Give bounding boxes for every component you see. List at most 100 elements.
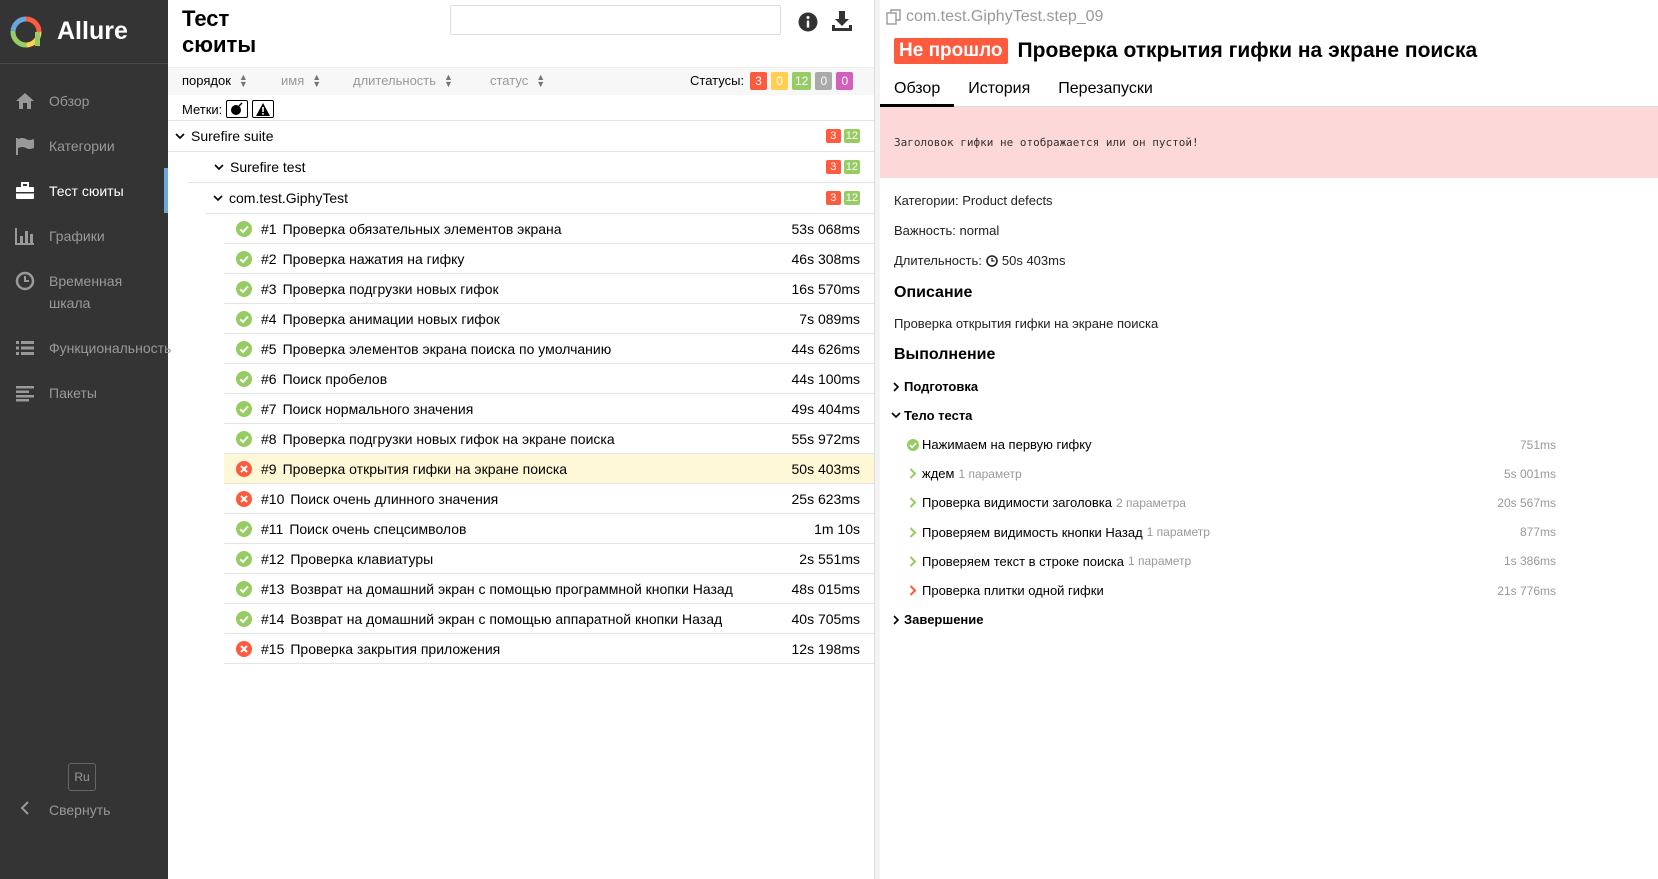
check-circle-icon — [236, 280, 252, 297]
status-filter-unknown[interactable]: 0 — [836, 72, 854, 90]
test-number: #8 — [261, 430, 277, 447]
step-params: 2 параметра — [1116, 495, 1186, 510]
test-list: #1 Проверка обязательных элементов экрана… — [168, 214, 874, 664]
language-button[interactable]: Ru — [68, 763, 96, 791]
test-title: Проверка нажатия на гифку — [282, 250, 465, 267]
test-duration: 40s 705ms — [791, 611, 860, 627]
collapse-label: Свернуть — [49, 801, 111, 818]
collapse-sidebar-button[interactable]: Свернуть — [14, 801, 110, 818]
setup-section[interactable]: Подготовка — [890, 379, 978, 394]
sort-arrows-icon: ▲ ▼ — [536, 71, 546, 89]
check-circle-icon — [236, 370, 252, 387]
sidebar-item-graphs[interactable]: Графики — [0, 213, 168, 258]
times-circle-icon — [236, 460, 252, 477]
test-title: Возврат на домашний экран с помощью прог… — [290, 580, 733, 597]
download-icon[interactable] — [831, 10, 853, 37]
check-circle-icon — [906, 438, 919, 451]
test-step[interactable]: Проверка видимости заголовка 2 параметра 2… — [906, 495, 1556, 510]
check-circle-icon — [236, 400, 252, 417]
test-number: #13 — [261, 580, 285, 597]
sort-by-order[interactable]: порядок ▲ ▼ — [182, 72, 248, 88]
test-name: #10 Поиск очень длинного значения — [261, 491, 498, 507]
test-row[interactable]: #4 Проверка анимации новых гифок 7s 089ms — [224, 304, 874, 334]
test-row[interactable]: #6 Поиск пробелов 44s 100ms — [224, 364, 874, 394]
chevron-down-icon — [890, 412, 902, 419]
sidebar-item-packages[interactable]: Пакеты — [0, 370, 168, 415]
sort-by-duration[interactable]: длительность ▲ ▼ — [353, 71, 453, 89]
test-step[interactable]: ждем 1 параметр 5s 001ms — [906, 466, 1556, 481]
test-row[interactable]: #5 Проверка элементов экрана поиска по ум… — [224, 334, 874, 364]
severity-label: Важность: — [894, 223, 956, 238]
test-title: Проверка открытия гифки на экране поиска — [1017, 39, 1478, 62]
chevron-down-icon — [213, 163, 225, 171]
step-name: ждем — [922, 466, 955, 482]
status-filter-failed[interactable]: 3 — [750, 72, 767, 90]
test-row[interactable]: #15 Проверка закрытия приложения 12s 198ms — [224, 634, 874, 664]
step-name: Проверка видимости заголовка — [922, 495, 1113, 511]
test-number: #10 — [261, 490, 285, 507]
test-title-bar: Не прошло Проверка открытия гифки на экр… — [894, 38, 1477, 64]
test-number: #6 — [261, 370, 277, 387]
step-duration: 751ms — [1519, 437, 1556, 452]
category-value[interactable]: Product defects — [962, 193, 1052, 208]
new-failed-mark-button[interactable] — [252, 100, 275, 118]
search-input[interactable] — [450, 5, 781, 35]
test-name: #11 Поиск очень спецсимволов — [261, 521, 466, 537]
test-duration: 16s 570ms — [791, 281, 860, 297]
test-row[interactable]: #12 Проверка клавиатуры 2s 551ms — [224, 544, 874, 574]
sidebar-item-categories[interactable]: Категории — [0, 123, 168, 168]
tab-history[interactable]: История — [954, 72, 1044, 107]
tab-retries[interactable]: Перезапуски — [1044, 72, 1167, 107]
test-duration: 49s 404ms — [791, 401, 860, 417]
duration-label: Длительность: — [894, 253, 982, 268]
tree-group-suite[interactable]: Surefire suite 3 12 — [168, 121, 874, 152]
test-body-section[interactable]: Тело теста — [890, 408, 972, 423]
teardown-section[interactable]: Завершение — [890, 612, 984, 627]
status-filter-passed[interactable]: 12 — [792, 72, 812, 90]
test-duration: 2s 551ms — [799, 551, 860, 567]
warning-icon — [256, 102, 271, 116]
brand[interactable]: Allure — [0, 0, 168, 64]
test-title: Проверка клавиатуры — [290, 550, 434, 567]
tree-group-class[interactable]: com.test.GiphyTest 3 12 — [206, 183, 874, 214]
test-row[interactable]: #14 Возврат на домашний экран с помощью а… — [224, 604, 874, 634]
test-step[interactable]: Нажимаем на первую гифку 751ms — [906, 437, 1556, 452]
test-step[interactable]: Проверка плитки одной гифки 21s 776ms — [906, 583, 1556, 598]
copy-icon[interactable] — [886, 9, 902, 25]
test-step[interactable]: Проверяем видимость кнопки Назад 1 параме… — [906, 525, 1556, 540]
tab-overview[interactable]: Обзор — [880, 72, 955, 107]
sidebar-item-label: Тест сюиты — [49, 183, 124, 199]
flaky-mark-button[interactable] — [226, 100, 249, 118]
test-row[interactable]: #7 Поиск нормального значения 49s 404ms — [224, 394, 874, 424]
info-icon[interactable] — [798, 12, 818, 37]
test-row[interactable]: #3 Проверка подгрузки новых гифок 16s 570m… — [224, 274, 874, 304]
sidebar-item-behaviors[interactable]: Функциональность — [0, 325, 171, 370]
status-filter-skipped[interactable]: 0 — [815, 72, 833, 90]
test-row[interactable]: #10 Поиск очень длинного значения 25s 623m… — [224, 484, 874, 514]
test-duration: 12s 198ms — [791, 641, 860, 657]
marks-label: Метки: — [182, 101, 223, 117]
tree-group-test[interactable]: Surefire test 3 12 — [188, 152, 874, 183]
test-row[interactable]: #1 Проверка обязательных элементов экрана… — [224, 214, 874, 244]
passed-count-badge: 12 — [843, 129, 860, 143]
error-message[interactable]: Заголовок гифки не отображается или он п… — [880, 107, 1658, 178]
test-title: Проверка анимации новых гифок — [282, 310, 500, 327]
test-title: Проверка подгрузки новых гифок на экране… — [282, 430, 615, 447]
sort-by-name[interactable]: имя ▲ ▼ — [281, 72, 321, 88]
test-row[interactable]: #13 Возврат на домашний экран с помощью п… — [224, 574, 874, 604]
status-filter-broken[interactable]: 0 — [771, 72, 788, 90]
test-row[interactable]: #8 Проверка подгрузки новых гифок на экра… — [224, 424, 874, 454]
suites-tree: Surefire suite 3 12 Surefire test 3 12 c… — [168, 120, 874, 664]
test-row[interactable]: #9 Проверка открытия гифки на экране поис… — [224, 454, 874, 484]
check-circle-icon — [236, 250, 252, 267]
test-duration: 1m 10s — [814, 521, 860, 537]
sort-arrows-icon: ▲ ▼ — [444, 71, 453, 89]
test-row[interactable]: #11 Поиск очень спецсимволов 1m 10s — [224, 514, 874, 544]
test-number: #5 — [261, 340, 277, 357]
sidebar-item-suites[interactable]: Тест сюиты — [0, 168, 168, 213]
test-step[interactable]: Проверяем текст в строке поиска 1 парамет… — [906, 554, 1556, 569]
test-row[interactable]: #2 Проверка нажатия на гифку 46s 308ms — [224, 244, 874, 274]
sort-by-status[interactable]: статус ▲ ▼ — [490, 71, 546, 89]
sidebar-item-timeline[interactable]: Временная шкала — [0, 258, 168, 325]
sidebar-item-overview[interactable]: Обзор — [0, 78, 168, 123]
